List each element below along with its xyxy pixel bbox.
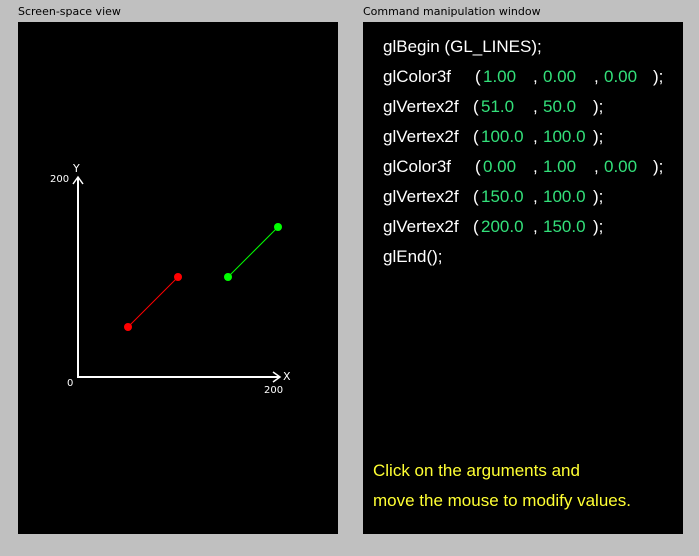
x-max-label: 200: [264, 385, 283, 396]
open-paren: (: [475, 157, 481, 176]
command-name: glVertex2f: [383, 217, 459, 236]
y-max-label: 200: [50, 174, 69, 185]
arg-y[interactable]: 100.0: [543, 187, 586, 207]
command-manipulation-window: glBegin (GL_LINES); glColor3f ( 1.00 , 0…: [363, 22, 683, 534]
screen-space-view: Y X 200 200 0: [18, 22, 338, 534]
comma: ,: [533, 187, 538, 206]
arg-green[interactable]: 0.00: [543, 67, 576, 87]
instruction-hint-line-1: Click on the arguments and: [373, 461, 580, 480]
comma: ,: [533, 97, 538, 116]
close-paren: );: [653, 67, 664, 86]
arg-x[interactable]: 51.0: [481, 97, 514, 117]
instruction-hint-line-2: move the mouse to modify values.: [373, 491, 631, 510]
command-name: glVertex2f: [383, 187, 459, 206]
close-paren: );: [593, 97, 604, 116]
comma: ,: [533, 67, 538, 86]
command-name: glVertex2f: [383, 127, 459, 146]
comma: ,: [594, 67, 599, 86]
arg-green[interactable]: 1.00: [543, 157, 576, 177]
red-line-segment: [127, 276, 179, 328]
screen-space-canvas: Y X 200 200 0: [50, 162, 291, 396]
red-vertex-2[interactable]: [174, 273, 182, 281]
comma: ,: [533, 127, 538, 146]
arg-x[interactable]: 150.0: [481, 187, 524, 207]
comma: ,: [533, 157, 538, 176]
arg-y[interactable]: 150.0: [543, 217, 586, 237]
green-vertex-2[interactable]: [274, 223, 282, 231]
open-paren: (: [473, 127, 479, 146]
comma: ,: [594, 157, 599, 176]
open-paren: (: [473, 217, 479, 236]
command-window-title: Command manipulation window: [363, 5, 541, 18]
green-vertex-1[interactable]: [224, 273, 232, 281]
y-axis-label: Y: [72, 162, 80, 175]
screen-view-title: Screen-space view: [18, 5, 121, 18]
open-paren: (: [473, 97, 479, 116]
close-paren: );: [653, 157, 664, 176]
arg-x[interactable]: 100.0: [481, 127, 524, 147]
command-name: glColor3f: [383, 67, 452, 86]
command-name: glColor3f: [383, 157, 452, 176]
comma: ,: [533, 217, 538, 236]
origin-label: 0: [67, 378, 73, 389]
close-paren: );: [593, 127, 604, 146]
close-paren: );: [593, 217, 604, 236]
x-axis-label: X: [283, 370, 291, 383]
arg-blue[interactable]: 0.00: [604, 67, 637, 87]
arg-red[interactable]: 0.00: [483, 157, 516, 177]
command-name: glVertex2f: [383, 97, 459, 116]
command-text: glBegin (GL_LINES);: [383, 37, 542, 56]
arg-x[interactable]: 200.0: [481, 217, 524, 237]
arg-y[interactable]: 100.0: [543, 127, 586, 147]
red-vertex-1[interactable]: [124, 323, 132, 331]
open-paren: (: [473, 187, 479, 206]
arg-red[interactable]: 1.00: [483, 67, 516, 87]
close-paren: );: [593, 187, 604, 206]
arg-blue[interactable]: 0.00: [604, 157, 637, 177]
arg-y[interactable]: 50.0: [543, 97, 576, 117]
command-text: glEnd();: [383, 247, 443, 266]
green-line-segment: [227, 226, 279, 278]
open-paren: (: [475, 67, 481, 86]
